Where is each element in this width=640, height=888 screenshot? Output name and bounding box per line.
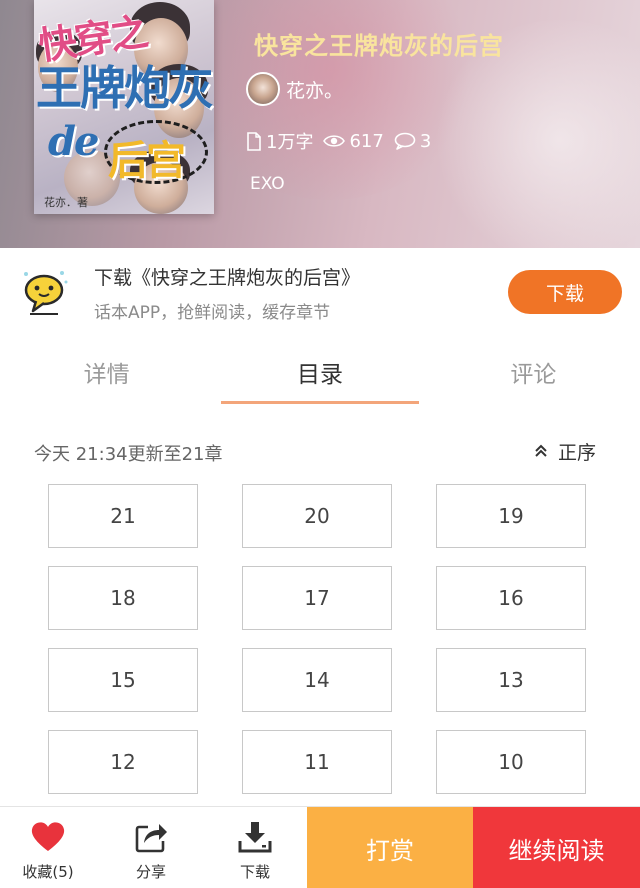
sort-order-label: 正序 [558, 442, 597, 464]
document-icon [246, 131, 262, 151]
word-count: 1万字 [266, 132, 314, 153]
book-title: 快穿之王牌炮灰的后宫 [254, 32, 504, 60]
tab-comments[interactable]: 评论 [427, 338, 640, 406]
app-download-button[interactable]: 下载 [508, 270, 622, 314]
sort-order-toggle[interactable]: 正序 [534, 438, 596, 465]
chat-bubble-app-icon [18, 268, 70, 316]
cover-title-line: 王牌炮灰 [36, 61, 214, 115]
bottom-action-bar: 收藏(5) 分享 下载 打赏 继续阅读 [0, 806, 640, 888]
reward-button[interactable]: 打赏 [307, 807, 473, 888]
chapter-button[interactable]: 17 [242, 566, 392, 630]
download-icon [238, 807, 272, 857]
chapter-button[interactable]: 13 [436, 648, 586, 712]
tab-catalog[interactable]: 目录 [213, 338, 426, 406]
book-cover[interactable]: 快穿之 王牌炮灰 de 后宫 花亦．著 [34, 0, 214, 214]
app-download-banner: 下载《快穿之王牌炮灰的后宫》 话本APP，抢鲜阅读，缓存章节 下载 [0, 248, 640, 338]
avatar[interactable] [246, 72, 280, 106]
chapter-button[interactable]: 20 [242, 484, 392, 548]
favorite-label: 收藏(5) [22, 863, 74, 881]
chapter-grid: 21 20 19 18 17 16 15 14 13 12 11 10 [48, 484, 588, 794]
cover-title-line: 后宫 [108, 137, 186, 184]
download-label: 下载 [239, 863, 270, 881]
chapter-button[interactable]: 10 [436, 730, 586, 794]
favorite-button[interactable]: 收藏(5) [0, 807, 98, 888]
share-button[interactable]: 分享 [101, 807, 201, 888]
chapter-button[interactable]: 19 [436, 484, 586, 548]
banner-title: 下载《快穿之王牌炮灰的后宫》 [94, 267, 361, 289]
comment-count: 3 [419, 130, 432, 152]
double-chevron-up-icon [534, 441, 558, 463]
book-header: 快穿之 王牌炮灰 de 后宫 花亦．著 快穿之王牌炮灰的后宫 花亦。 1万字 6… [0, 0, 640, 248]
heart-icon [30, 807, 66, 857]
chapter-button[interactable]: 11 [242, 730, 392, 794]
comment-bubble-icon [394, 132, 416, 150]
chapter-button[interactable]: 15 [48, 648, 198, 712]
share-label: 分享 [135, 863, 166, 881]
eye-icon [323, 133, 346, 149]
section-divider [0, 406, 640, 428]
share-icon [134, 807, 168, 857]
chapter-button[interactable]: 21 [48, 484, 198, 548]
download-button[interactable]: 下载 [205, 807, 305, 888]
chapter-button[interactable]: 18 [48, 566, 198, 630]
tab-bar: 详情 目录 评论 [0, 338, 640, 406]
book-stats: 1万字 617 3 [246, 128, 431, 154]
author-name[interactable]: 花亦。 [286, 76, 343, 103]
chapter-button[interactable]: 16 [436, 566, 586, 630]
author-row[interactable]: 花亦。 [246, 72, 343, 106]
cover-signature: 花亦．著 [44, 196, 88, 209]
view-count: 617 [349, 130, 384, 152]
tab-details[interactable]: 详情 [0, 338, 213, 406]
continue-reading-button[interactable]: 继续阅读 [473, 807, 640, 888]
chapter-button[interactable]: 14 [242, 648, 392, 712]
banner-subtitle: 话本APP，抢鲜阅读，缓存章节 [94, 303, 331, 323]
update-status: 今天 21:34更新至21章 [34, 444, 223, 465]
chapter-button[interactable]: 12 [48, 730, 198, 794]
catalog-header: 今天 21:34更新至21章 正序 [0, 432, 640, 472]
cover-title-line: de [48, 118, 99, 165]
book-tag[interactable]: EXO [250, 174, 285, 194]
